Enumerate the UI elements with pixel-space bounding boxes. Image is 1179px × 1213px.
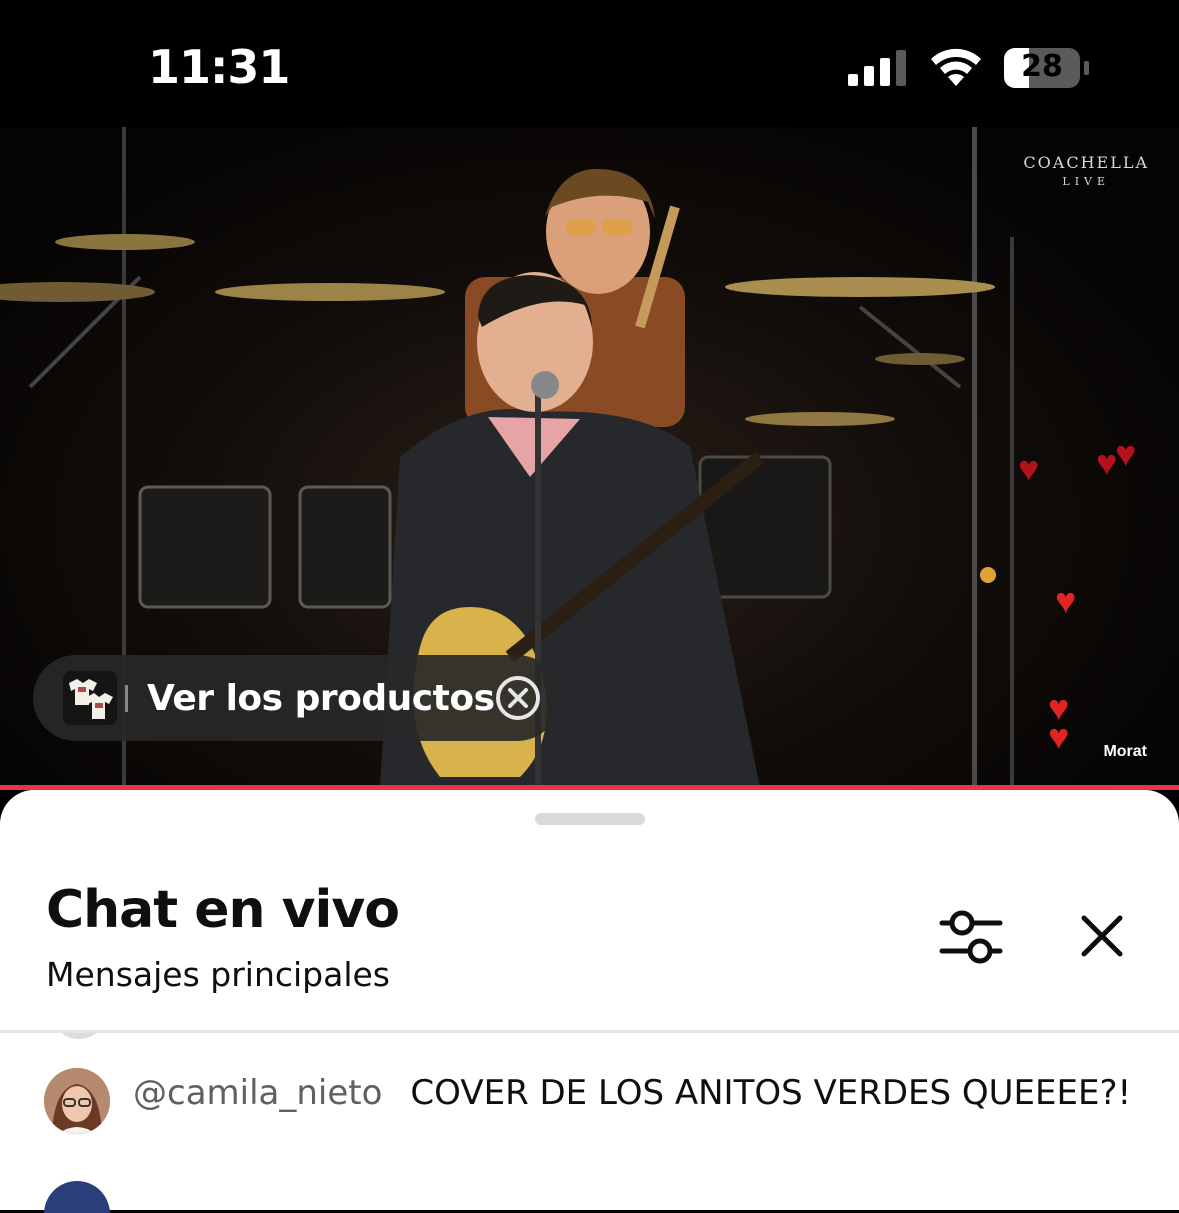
status-bar: 11:31 28: [0, 0, 1179, 127]
avatar: [44, 1068, 110, 1134]
avatar: [44, 1181, 110, 1213]
avatar: [50, 1033, 108, 1039]
filter-sliders-icon[interactable]: [934, 907, 1008, 967]
view-products-chip[interactable]: Ver los productos: [33, 655, 560, 741]
product-thumbnail: [63, 671, 117, 725]
heart-reaction-icon: ♥: [1115, 433, 1137, 474]
live-chat-panel: Chat en vivo Mensajes principales @camil…: [0, 790, 1179, 1213]
logo-subtitle: LIVE: [1062, 175, 1111, 188]
cellular-signal-icon: [848, 50, 906, 86]
heart-reaction-icon: ♥: [1048, 716, 1070, 757]
logo-title: COACHELLA: [1023, 153, 1149, 172]
chip-divider: [125, 685, 128, 712]
coachella-live-logo: COACHELLA LIVE: [1023, 153, 1149, 191]
heart-reaction-icon: ♥: [1055, 580, 1077, 621]
chat-message-list[interactable]: @camila_nieto COVER DE LOS ANITOS VERDES …: [0, 1033, 1179, 1213]
heart-reaction-icon: ♥: [1018, 448, 1040, 489]
close-icon[interactable]: [1074, 908, 1130, 964]
chat-message-text: @camila_nieto COVER DE LOS ANITOS VERDES …: [133, 1071, 1133, 1115]
status-time: 11:31: [148, 40, 290, 94]
wifi-icon: [931, 48, 981, 86]
chat-mode-selector[interactable]: Mensajes principales: [46, 955, 390, 994]
close-circle-icon[interactable]: [494, 674, 542, 722]
channel-watermark: Morat: [1103, 743, 1147, 760]
view-products-label: Ver los productos: [147, 678, 495, 719]
battery-level: 28: [1021, 49, 1063, 84]
chat-author[interactable]: @camila_nieto: [133, 1073, 382, 1113]
chat-title: Chat en vivo: [46, 880, 400, 940]
drag-handle[interactable]: [535, 813, 645, 825]
chat-message-body: COVER DE LOS ANITOS VERDES QUEEEE?!: [410, 1073, 1132, 1113]
